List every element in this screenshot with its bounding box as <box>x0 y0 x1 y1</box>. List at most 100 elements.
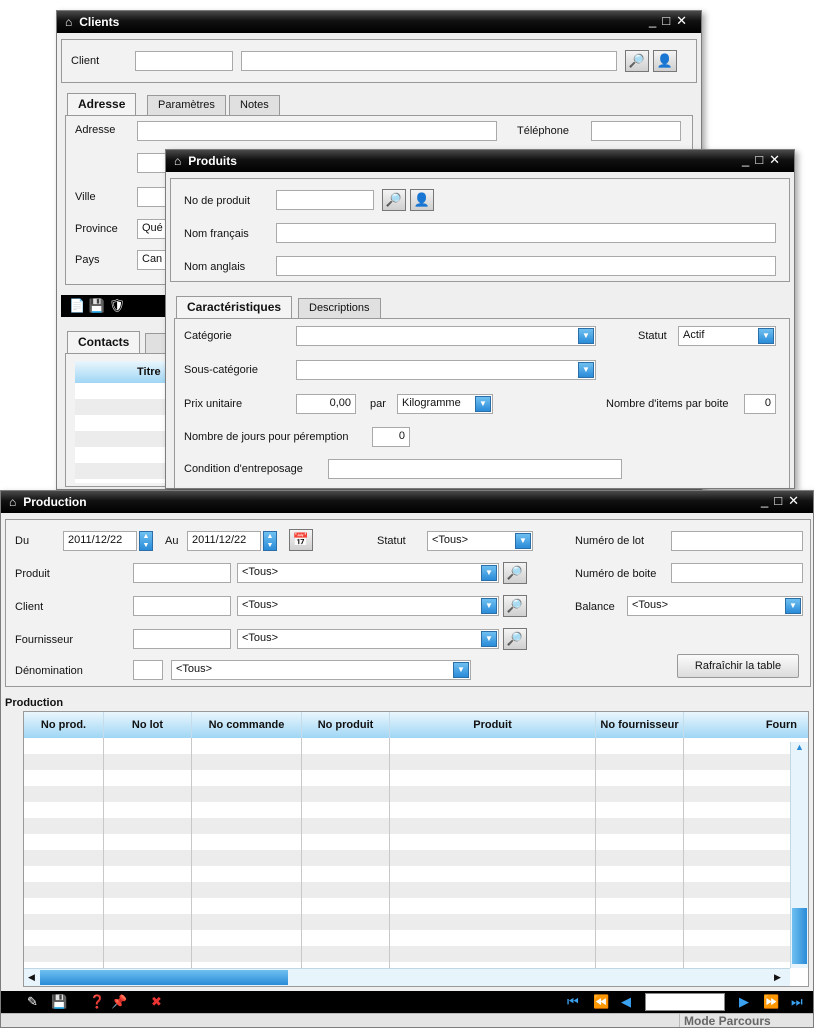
clients-titlebar[interactable]: ⌂ Clients _□✕ <box>57 11 701 33</box>
client-search-button[interactable]: 🔎 <box>503 595 527 617</box>
chevron-down-icon[interactable]: ▼ <box>515 533 531 549</box>
window-controls[interactable]: _□✕ <box>742 152 786 168</box>
fournisseur-select[interactable]: <Tous> ▼ <box>237 629 499 649</box>
chevron-down-icon[interactable]: ▼ <box>785 598 801 614</box>
produit-select[interactable]: <Tous> ▼ <box>237 563 499 583</box>
pin-icon[interactable]: 📌 <box>111 994 127 1010</box>
search-icon: 🔎 <box>506 631 524 646</box>
ville-input[interactable] <box>137 187 167 207</box>
calendar-button[interactable]: 📅 <box>289 529 313 551</box>
categorie-select[interactable]: ▼ <box>296 326 596 346</box>
au-date-input[interactable]: 2011/12/22 <box>187 531 261 551</box>
window-controls[interactable]: _□✕ <box>761 493 805 509</box>
chevron-down-icon[interactable]: ▼ <box>481 631 497 647</box>
chevron-down-icon[interactable]: ▼ <box>453 662 469 678</box>
du-spinner[interactable]: ▲ ▼ <box>139 531 153 551</box>
du-date-input[interactable]: 2011/12/22 <box>63 531 137 551</box>
adresse-input[interactable] <box>137 121 497 141</box>
chevron-down-icon[interactable]: ▼ <box>578 362 594 378</box>
produit-code-input[interactable] <box>133 563 231 583</box>
horizontal-scrollbar[interactable]: ◀ ▶ <box>24 968 790 986</box>
window-controls[interactable]: _□✕ <box>649 13 693 29</box>
help-icon[interactable]: ❓ <box>89 994 105 1010</box>
col-no-commande[interactable]: No commande <box>192 712 302 738</box>
province-input[interactable]: Qué <box>137 219 167 239</box>
fournisseur-code-input[interactable] <box>133 629 231 649</box>
nom-francais-input[interactable] <box>276 223 776 243</box>
nb-jours-input[interactable]: 0 <box>372 427 410 447</box>
first-record-icon[interactable]: ⏮ <box>567 994 579 1010</box>
chevron-down-icon[interactable]: ▼ <box>475 396 491 412</box>
fournisseur-search-button[interactable]: 🔎 <box>503 628 527 650</box>
col-no-prod[interactable]: No prod. <box>24 712 104 738</box>
save-icon[interactable]: 💾 <box>89 298 105 313</box>
previous-page-icon[interactable]: ⏪ <box>593 994 609 1010</box>
au-spinner[interactable]: ▲ ▼ <box>263 531 277 551</box>
tab-parametres[interactable]: Paramètres <box>147 95 226 115</box>
next-page-icon[interactable]: ⏩ <box>763 994 779 1010</box>
previous-record-icon[interactable]: ◀ <box>621 994 631 1010</box>
production-titlebar[interactable]: ⌂ Production _□✕ <box>1 491 813 513</box>
scroll-right-icon[interactable]: ▶ <box>774 972 781 983</box>
produit-lookup-button[interactable]: 👤 <box>410 189 434 211</box>
client-search-button[interactable]: 🔎 <box>625 50 649 72</box>
produit-search-button[interactable]: 🔎 <box>503 562 527 584</box>
produits-titlebar[interactable]: ⌂ Produits _□✕ <box>166 150 794 172</box>
denomination-select[interactable]: <Tous> ▼ <box>171 660 471 680</box>
client-code-input[interactable] <box>135 51 233 71</box>
nb-items-input[interactable]: 0 <box>744 394 776 414</box>
last-record-icon[interactable]: ⏭ <box>791 994 803 1010</box>
chevron-down-icon[interactable]: ▼ <box>578 328 594 344</box>
tab-notes[interactable]: Notes <box>229 95 280 115</box>
delete-icon[interactable]: ✖ <box>151 994 162 1010</box>
save-icon[interactable]: 💾 <box>51 994 67 1010</box>
adresse2-input[interactable] <box>137 153 167 173</box>
col-fourn[interactable]: Fourn <box>684 712 808 738</box>
client-lookup-button[interactable]: 👤 <box>653 50 677 72</box>
titre-column[interactable]: Titre <box>137 366 161 378</box>
tab-contacts-2[interactable] <box>145 333 167 353</box>
tab-contacts[interactable]: Contacts <box>67 331 141 353</box>
nom-anglais-input[interactable] <box>276 256 776 276</box>
refresh-table-button[interactable]: Rafraîchir la table <box>677 654 799 678</box>
client-select[interactable]: <Tous> ▼ <box>237 596 499 616</box>
statut-select[interactable]: Actif ▼ <box>678 326 776 346</box>
produit-search-button[interactable]: 🔎 <box>382 189 406 211</box>
vertical-scrollbar[interactable]: ▲ <box>790 742 808 968</box>
client-name-input[interactable] <box>241 51 617 71</box>
col-no-fournisseur[interactable]: No fournisseur <box>596 712 684 738</box>
shield-icon[interactable]: 🛡 <box>109 298 126 313</box>
scroll-left-icon[interactable]: ◀ <box>28 972 35 983</box>
tab-descriptions[interactable]: Descriptions <box>298 298 381 318</box>
pays-input[interactable]: Can <box>137 250 167 270</box>
statut-select[interactable]: <Tous> ▼ <box>427 531 533 551</box>
unite-select[interactable]: Kilogramme ▼ <box>397 394 493 414</box>
chevron-down-icon[interactable]: ▼ <box>758 328 774 344</box>
tab-caracteristiques[interactable]: Caractéristiques <box>176 296 293 318</box>
numero-lot-input[interactable] <box>671 531 803 551</box>
sous-categorie-label: Sous-catégorie <box>184 364 258 376</box>
sous-categorie-select[interactable]: ▼ <box>296 360 596 380</box>
balance-select[interactable]: <Tous> ▼ <box>627 596 803 616</box>
edit-icon[interactable]: ✎ <box>27 994 38 1010</box>
col-no-lot[interactable]: No lot <box>104 712 192 738</box>
record-position-input[interactable] <box>645 993 725 1011</box>
chevron-down-icon[interactable]: ▼ <box>481 565 497 581</box>
scroll-up-icon[interactable]: ▲ <box>791 742 808 760</box>
denomination-code-input[interactable] <box>133 660 163 680</box>
scroll-thumb[interactable] <box>792 908 807 964</box>
prix-input[interactable]: 0,00 <box>296 394 356 414</box>
no-produit-input[interactable] <box>276 190 374 210</box>
next-record-icon[interactable]: ▶ <box>739 994 749 1010</box>
numero-boite-input[interactable] <box>671 563 803 583</box>
client-code-input[interactable] <box>133 596 231 616</box>
telephone-input[interactable] <box>591 121 681 141</box>
new-icon[interactable]: 📄 <box>69 298 85 313</box>
condition-input[interactable] <box>328 459 622 479</box>
nom-francais-label: Nom français <box>184 228 249 240</box>
tab-adresse[interactable]: Adresse <box>67 93 137 115</box>
col-produit[interactable]: Produit <box>390 712 596 738</box>
chevron-down-icon[interactable]: ▼ <box>481 598 497 614</box>
hscroll-thumb[interactable] <box>40 970 288 985</box>
col-no-produit[interactable]: No produit <box>302 712 390 738</box>
